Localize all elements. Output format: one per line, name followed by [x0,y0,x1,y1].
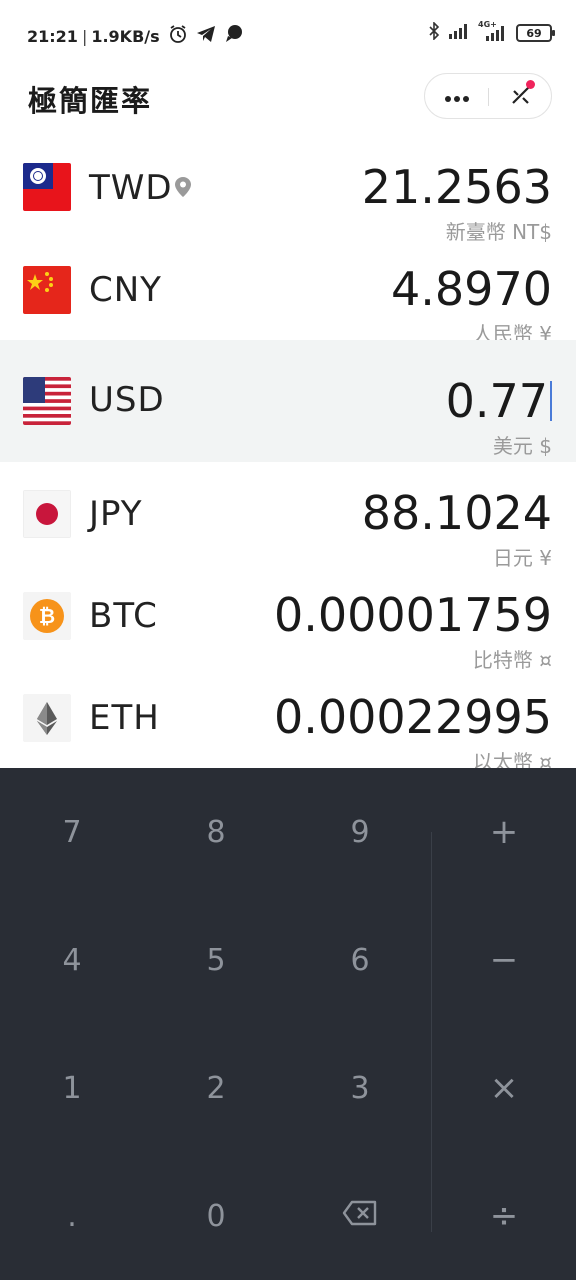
key-5[interactable]: 5 [144,896,288,1024]
currency-row-twd[interactable]: TWD 21.2563 新臺幣 NT$ [0,138,576,244]
battery-icon: 69 [516,24,555,42]
bitcoin-icon: ₿ [23,592,71,640]
key-4[interactable]: 4 [0,896,144,1024]
location-pin-icon [174,176,192,202]
currency-row-jpy[interactable]: JPY 88.1024 日元 ¥ [0,462,576,570]
ethereum-icon [23,694,71,742]
key-1[interactable]: 1 [0,1024,144,1152]
signal-4g-icon: 4G+ [478,20,508,42]
key-7[interactable]: 7 [0,768,144,896]
japan-flag-icon [23,490,71,538]
number-keypad: 7 8 9 + 4 5 6 − 1 2 3 × . 0 ÷ [0,768,576,1280]
more-button[interactable] [425,74,489,120]
more-dots-icon [444,88,470,107]
mini-program-capsule [424,73,552,119]
currency-code: ETH [89,698,160,738]
currency-amount: 21.2563 [361,160,552,214]
svg-text:₿: ₿ [39,604,55,628]
telegram-icon [196,25,216,47]
close-button[interactable] [489,74,553,120]
currency-list: TWD 21.2563 新臺幣 NT$ CNY 4.8970 人民幣 ¥ USD… [0,138,576,768]
page-title: 極簡匯率 [28,84,153,118]
currency-amount: 0.00001759 [273,588,552,642]
chat-icon [224,24,244,48]
key-plus[interactable]: + [432,768,576,896]
backspace-button[interactable] [288,1152,432,1280]
status-time: 21:21 [27,26,78,46]
currency-amount: 88.1024 [361,486,552,540]
taiwan-flag-icon [23,163,71,211]
currency-row-eth[interactable]: ETH 0.00022995 以太幣 ¤ [0,668,576,768]
notification-dot [526,80,535,89]
currency-code: TWD [89,168,173,208]
currency-name: 以太幣 ¤ [472,750,552,768]
key-9[interactable]: 9 [288,768,432,896]
key-minus[interactable]: − [432,896,576,1024]
app-header: 極簡匯率 [0,70,576,134]
currency-code: JPY [89,494,143,534]
key-2[interactable]: 2 [144,1024,288,1152]
currency-row-cny[interactable]: CNY 4.8970 人民幣 ¥ [0,240,576,346]
key-multiply[interactable]: × [432,1024,576,1152]
currency-amount: 4.8970 [391,262,552,316]
currency-amount: 0.00022995 [273,690,552,744]
key-8[interactable]: 8 [144,768,288,896]
bluetooth-icon [428,21,440,44]
network-speed: 1.9KB/s [91,26,160,46]
china-flag-icon [23,266,71,314]
key-divide[interactable]: ÷ [432,1152,576,1280]
currency-code: BTC [89,596,158,636]
currency-name: 美元 $ [492,434,552,458]
currency-amount-input[interactable]: 0.77 [446,374,552,428]
key-6[interactable]: 6 [288,896,432,1024]
text-caret [550,381,552,421]
key-3[interactable]: 3 [288,1024,432,1152]
currency-row-btc[interactable]: ₿ BTC 0.00001759 比特幣 ¤ [0,566,576,672]
backspace-icon [342,1199,378,1234]
signal-icon [448,23,470,43]
status-bar: 21:21 | 1.9KB/s 4G+ 69 [0,0,576,70]
usa-flag-icon [23,377,71,425]
currency-code: USD [89,380,165,420]
key-decimal[interactable]: . [0,1152,144,1280]
currency-code: CNY [89,270,162,310]
currency-row-usd[interactable]: USD 0.77 美元 $ [0,340,576,462]
key-0[interactable]: 0 [144,1152,288,1280]
alarm-icon [168,24,188,48]
